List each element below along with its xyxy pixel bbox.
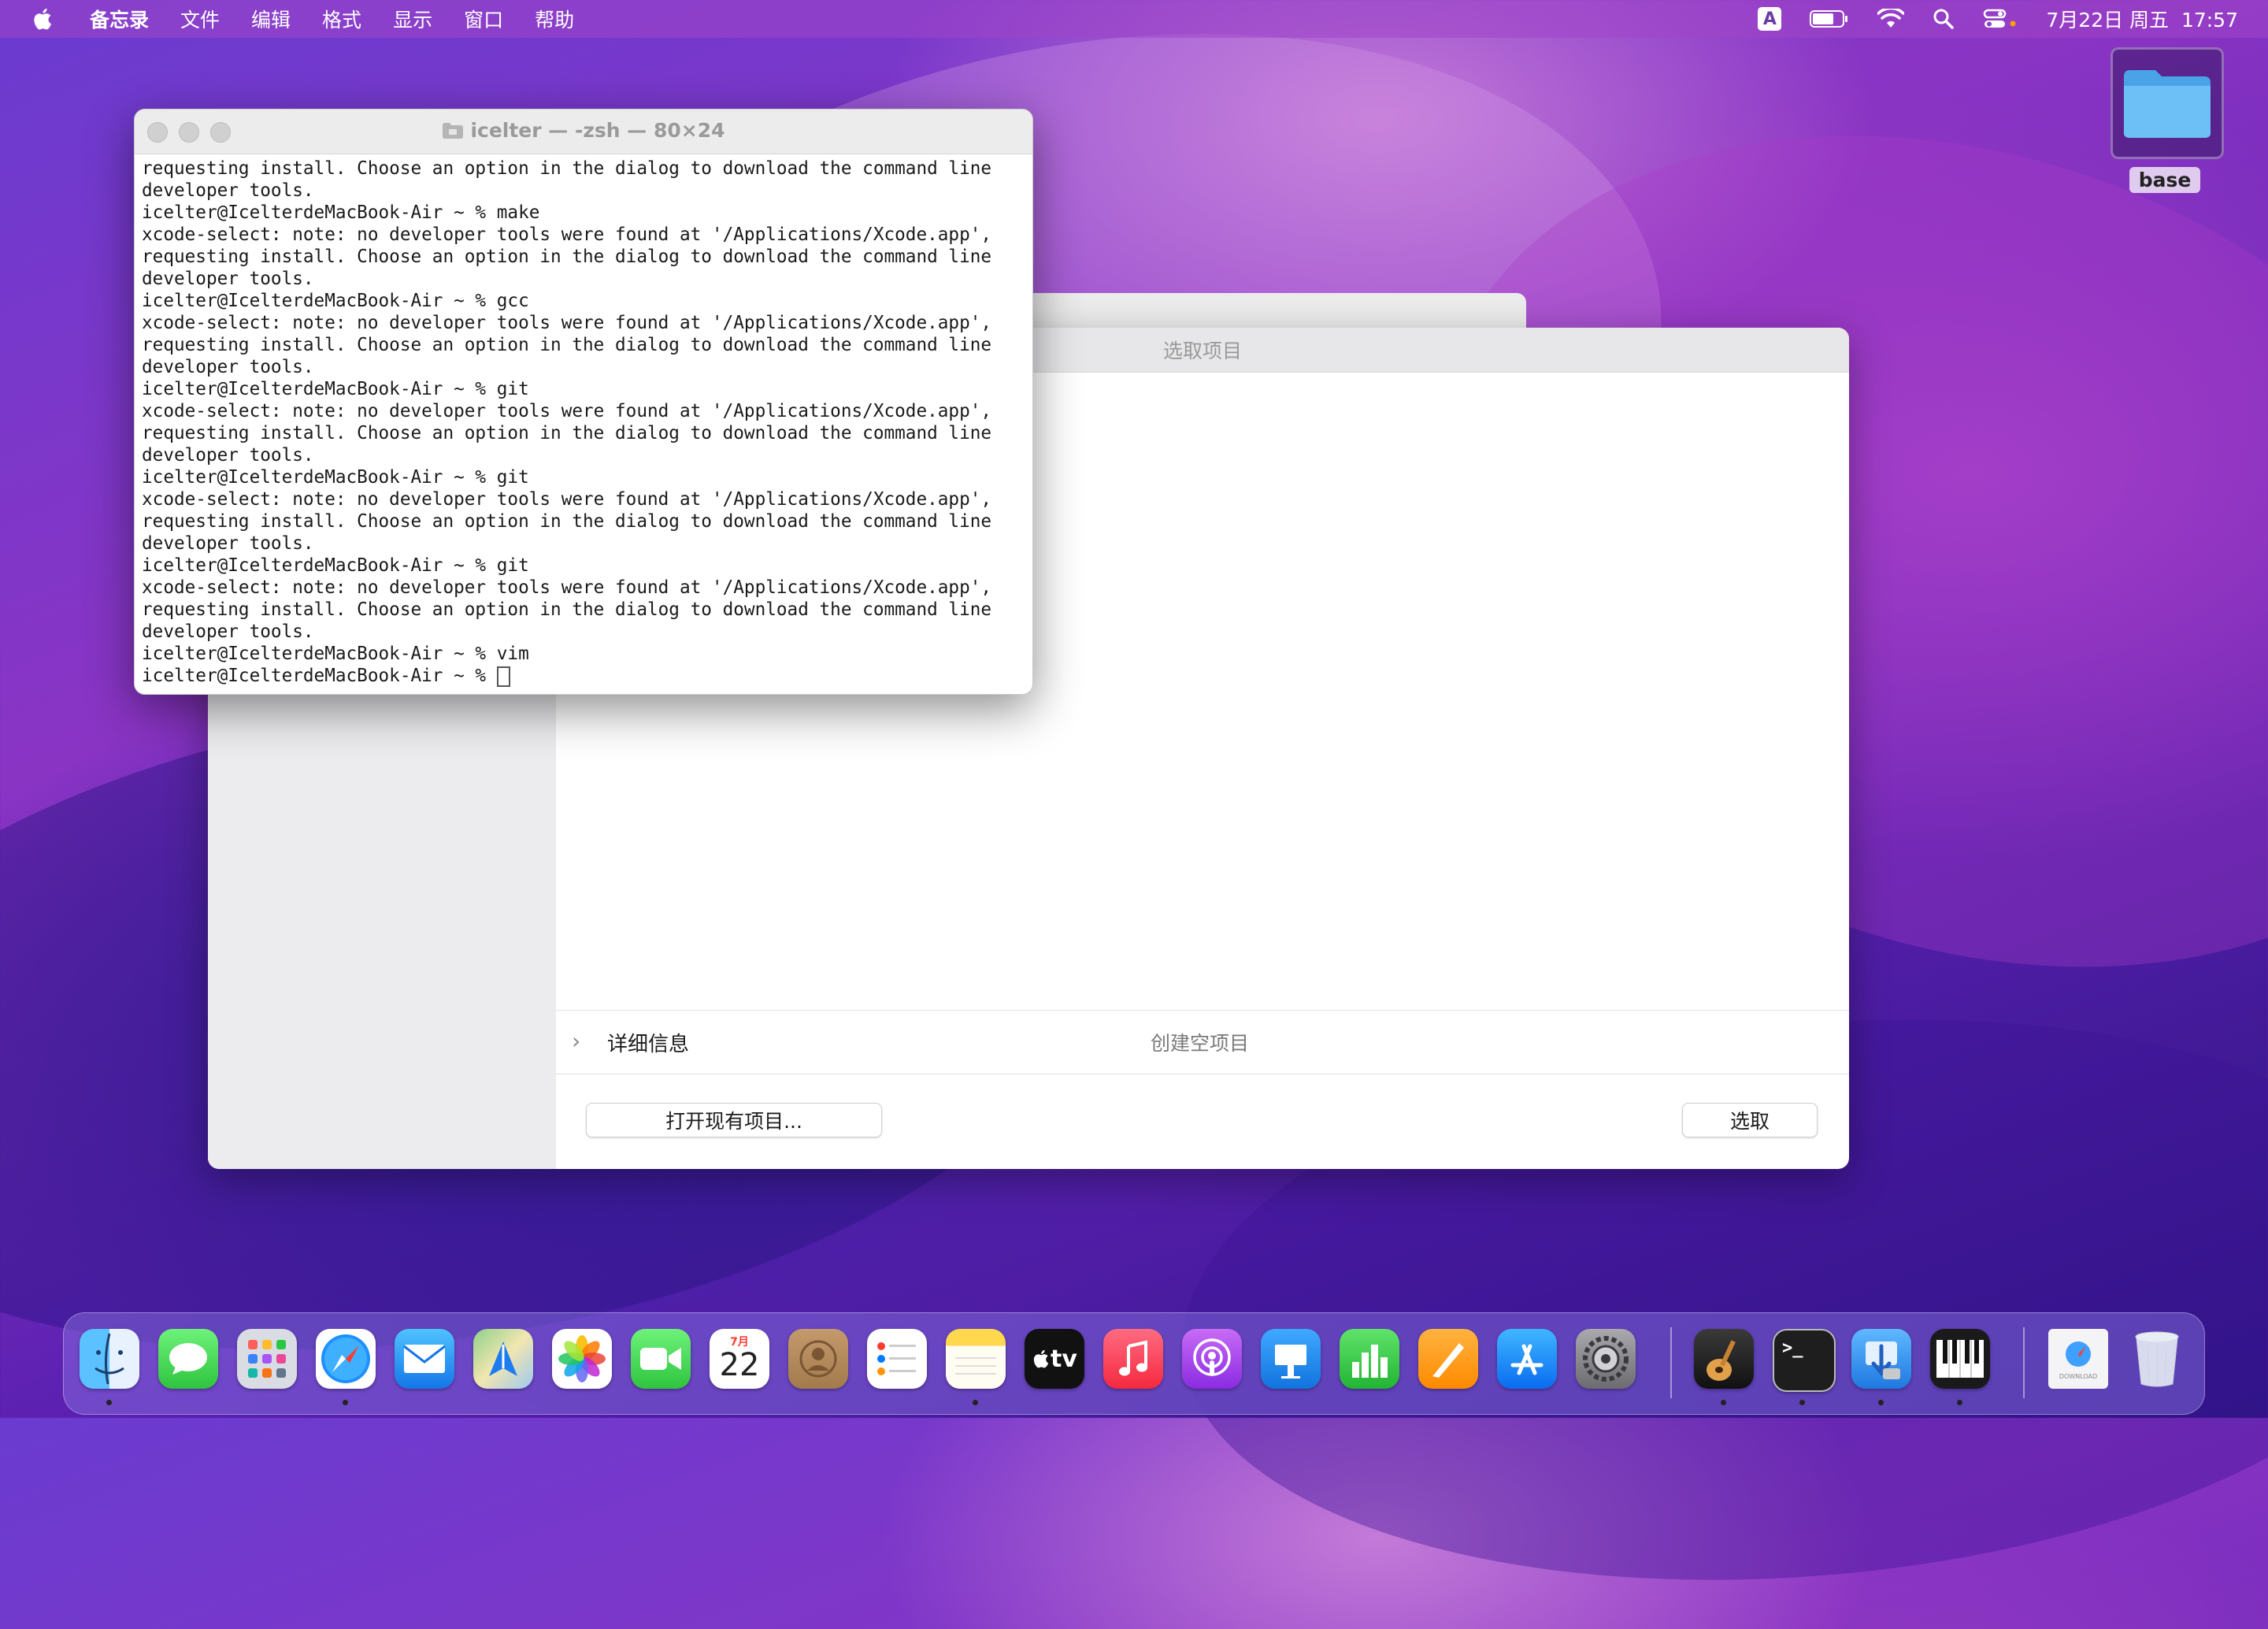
piano-running-dot (1957, 1400, 1962, 1405)
installer-running-dot (1878, 1400, 1884, 1405)
terminal-icon[interactable]: >_ (1773, 1329, 1836, 1392)
menu-app-name[interactable]: 备忘录 (90, 5, 149, 33)
piano-app-icon[interactable] (1930, 1329, 1990, 1389)
menu-file[interactable]: 文件 (180, 5, 220, 33)
chevron-right-icon[interactable]: › (572, 1028, 580, 1054)
photos-icon[interactable] (552, 1329, 612, 1389)
apple-tv-label: tv (1051, 1345, 1077, 1373)
menubar-datetime[interactable]: 7月22日 周五 17:57 (2046, 5, 2238, 33)
dock: 7月 22 tv >_ DOWNLOAD (63, 1312, 2205, 1415)
calendar-icon[interactable]: 7月 22 (710, 1329, 769, 1389)
create-empty-project-label[interactable]: 创建空项目 (1151, 1028, 1249, 1056)
battery-icon[interactable] (1810, 9, 1849, 28)
podcasts-icon[interactable] (1182, 1329, 1242, 1389)
menu-bar: 备忘录 文件 编辑 格式 显示 窗口 帮助 A 7月22日 周五 17:57 (0, 0, 2268, 38)
folder-icon (2124, 70, 2211, 138)
terminal-prompt: icelter@IcelterdeMacBook-Air ~ % (142, 666, 497, 686)
installer-icon[interactable] (1851, 1329, 1911, 1389)
mail-icon[interactable] (395, 1329, 454, 1389)
apple-tv-icon[interactable]: tv (1025, 1329, 1084, 1389)
dock-separator (1670, 1327, 1672, 1398)
app-store-icon[interactable] (1497, 1329, 1557, 1389)
desktop-folder-base[interactable]: base (2110, 47, 2224, 193)
terminal-window: icelter — -zsh — 80×24 requesting instal… (134, 109, 1033, 695)
finder-running-dot (106, 1400, 112, 1405)
downloads-stack-icon[interactable]: DOWNLOAD (2048, 1329, 2108, 1389)
menu-window[interactable]: 窗口 (464, 5, 503, 33)
menu-edit[interactable]: 编辑 (251, 5, 291, 33)
system-preferences-icon[interactable] (1576, 1329, 1636, 1389)
downloads-label: DOWNLOAD (2059, 1372, 2098, 1380)
numbers-icon[interactable] (1340, 1329, 1399, 1389)
messages-icon[interactable] (158, 1329, 218, 1389)
terminal-cursor (496, 666, 510, 687)
facetime-icon[interactable] (631, 1329, 691, 1389)
notes-icon[interactable] (946, 1329, 1006, 1389)
terminal-running-dot (1799, 1400, 1805, 1405)
input-method-indicator[interactable]: A (1758, 7, 1782, 31)
calendar-day: 22 (719, 1347, 760, 1383)
menu-help[interactable]: 帮助 (535, 5, 574, 33)
terminal-title: icelter — -zsh — 80×24 (470, 119, 725, 142)
spotlight-search-icon[interactable] (1933, 8, 1955, 30)
open-existing-project-button[interactable]: 打开现有项目... (586, 1103, 882, 1137)
pages-icon[interactable] (1418, 1329, 1478, 1389)
menu-format[interactable]: 格式 (322, 5, 361, 33)
garageband-running-dot (1721, 1400, 1726, 1405)
chooser-title: 选取项目 (1162, 340, 1242, 362)
reminders-icon[interactable] (867, 1329, 927, 1389)
maps-icon[interactable] (473, 1329, 533, 1389)
details-label: 详细信息 (607, 1033, 690, 1056)
terminal-output-area[interactable]: requesting install. Choose an option in … (135, 154, 1032, 690)
terminal-title-row: icelter — -zsh — 80×24 (135, 119, 1032, 142)
terminal-output: requesting install. Choose an option in … (142, 158, 992, 664)
choose-button[interactable]: 选取 (1682, 1103, 1818, 1137)
trash-icon[interactable] (2127, 1329, 2187, 1389)
launchpad-icon[interactable] (237, 1329, 297, 1389)
folder-icon (443, 123, 464, 139)
contacts-icon[interactable] (788, 1329, 848, 1389)
music-icon[interactable] (1103, 1329, 1163, 1389)
finder-icon[interactable] (80, 1329, 139, 1389)
apple-logo-icon[interactable] (32, 7, 52, 31)
safari-running-dot (343, 1400, 348, 1405)
garageband-icon[interactable] (1694, 1329, 1754, 1389)
desktop-folder-label: base (2129, 167, 2201, 193)
safari-icon[interactable] (316, 1329, 376, 1389)
terminal-titlebar[interactable]: icelter — -zsh — 80×24 (135, 109, 1032, 154)
wifi-icon[interactable] (1877, 9, 1905, 29)
dock-separator (2023, 1327, 2025, 1398)
notes-running-dot (973, 1400, 978, 1405)
keynote-icon[interactable] (1261, 1329, 1321, 1389)
menu-view[interactable]: 显示 (393, 5, 432, 33)
details-row[interactable]: › 详细信息 创建空项目 (556, 1010, 1849, 1074)
control-center-icon[interactable] (1983, 8, 2018, 30)
